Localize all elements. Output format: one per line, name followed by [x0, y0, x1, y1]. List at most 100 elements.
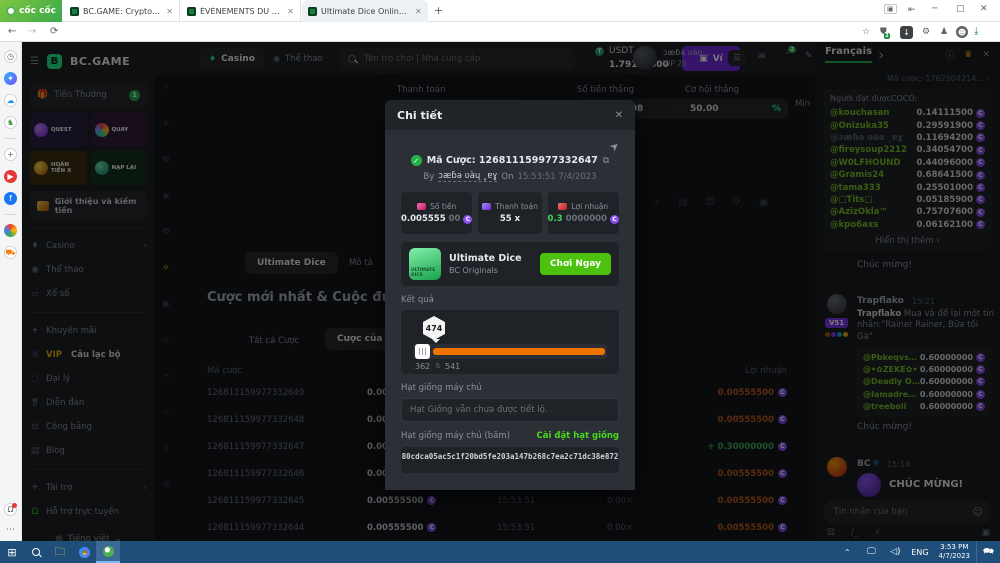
extensions-icon[interactable]: ⚙: [922, 27, 930, 37]
start-button[interactable]: ⊞: [0, 541, 24, 563]
volume-icon[interactable]: ◁): [883, 541, 907, 563]
chrome-icon[interactable]: [72, 541, 96, 563]
coccoc-rail: ◷ ✦ ☁ ♞ + ▶ f ⛟ Ω ⋯: [0, 42, 22, 541]
browser-tab-1[interactable]: BC.GAME: Crypto Casino Ga ✕: [64, 0, 180, 22]
result-label: Kết quả: [401, 295, 434, 305]
history-icon[interactable]: ◷: [4, 50, 17, 63]
bet-details-modal: Chi tiết ✕ ➤ ✓ Mã Cược: 1268111599773326…: [385, 100, 635, 490]
coccoc-logo-icon: [6, 6, 17, 16]
adblock-badge: 2: [884, 33, 890, 39]
browser-tabstrip: cốc cốc BC.GAME: Crypto Casino Ga ✕ ÉVÉN…: [0, 0, 1000, 22]
coccoc-taskbar-icon[interactable]: [96, 541, 120, 563]
back-icon[interactable]: ←: [8, 26, 16, 37]
facebook-icon[interactable]: f: [4, 192, 17, 205]
network-icon[interactable]: 🖵: [859, 541, 883, 563]
tray-chevron-icon[interactable]: ⌃: [835, 541, 859, 563]
modal-bet-id: Mã Cược: 126811159977332647: [426, 155, 598, 166]
stat-amount: Số tiền 0.005555 00: [401, 192, 473, 234]
coccoc-brand-text: cốc cốc: [19, 6, 56, 16]
browser-tab-2[interactable]: ÉVÉNEMENTS DU WEEK-END ✕: [181, 0, 301, 22]
browser-tab-3-active[interactable]: Ultimate Dice Online Slot - P ✕: [302, 0, 428, 22]
reload-icon[interactable]: ⟳: [50, 26, 58, 37]
modal-header: Chi tiết ✕: [385, 100, 635, 130]
new-tab-button[interactable]: +: [434, 4, 443, 17]
coccoc-logo: cốc cốc: [0, 0, 62, 22]
sidebar-toggle-icon[interactable]: ♟: [940, 27, 948, 37]
shopping-cart-icon[interactable]: ⛟: [4, 246, 17, 259]
browser-app-icon[interactable]: [4, 224, 17, 237]
amount-icon: [417, 203, 427, 210]
bcgame-favicon: [308, 6, 317, 16]
game-card-provider: BC Originals: [449, 266, 498, 275]
games-icon[interactable]: ♞: [4, 116, 17, 129]
window-maximize-button[interactable]: ▢: [956, 4, 965, 14]
rail-more-icon[interactable]: ⋯: [6, 525, 15, 535]
taskbar-date: 4/7/2023: [938, 552, 970, 560]
notification-bell-icon[interactable]: Ω: [4, 503, 17, 516]
share-icon[interactable]: ➤: [401, 139, 622, 155]
range-swap-icon[interactable]: ⇅: [435, 362, 441, 370]
game-card[interactable]: ULTIMATE DICE Ultimate Dice BC Originals…: [401, 242, 619, 286]
copy-icon[interactable]: ⧉: [603, 156, 609, 166]
rail-divider: [4, 214, 17, 215]
seed-hash-value: 80cdca05ac5c1f20bd5fe203a147b268c7ea2c71…: [401, 452, 619, 461]
profile-avatar-icon[interactable]: ☻: [956, 26, 968, 38]
bet-datetime: 15:53:51 7/4/2023: [517, 171, 597, 182]
profit-icon: [558, 203, 568, 210]
slider-handle[interactable]: [415, 344, 430, 359]
tab-title: Ultimate Dice Online Slot - P: [321, 6, 409, 16]
result-pointer: [432, 339, 440, 343]
bookmark-star-icon[interactable]: ☆: [862, 27, 870, 37]
on-label: On: [501, 171, 514, 182]
server-seed-placeholder: Hạt Giống vẫn chưa được tiết lộ.: [410, 405, 548, 415]
coccoc-download-icon[interactable]: ⤓: [974, 26, 978, 37]
adblock-shield-icon[interactable]: ⛊ 2: [880, 27, 890, 39]
cloud-app-icon[interactable]: ☁: [4, 94, 17, 107]
seed-hash-label: Hạt giống máy chủ (băm): [401, 431, 510, 441]
window-close-button[interactable]: ✕: [980, 4, 988, 14]
tab-title: ÉVÉNEMENTS DU WEEK-END: [200, 6, 281, 16]
download-icon[interactable]: ↓: [900, 26, 913, 39]
result-box: 474 362 ⇅ 541: [401, 310, 619, 374]
tab-close-icon[interactable]: ✕: [287, 7, 294, 16]
action-center-icon[interactable]: 🗪: [976, 541, 1000, 563]
modal-body: ➤ ✓ Mã Cược: 126811159977332647 ⧉ By ɔæɓ…: [385, 130, 635, 473]
keyboard-language[interactable]: ENG: [907, 548, 932, 557]
modal-close-icon[interactable]: ✕: [615, 110, 623, 121]
tab-search-icon[interactable]: ⇤: [908, 5, 916, 15]
by-label: By: [423, 171, 435, 182]
seed-hash-box: 80cdca05ac5c1f20bd5fe203a147b268c7ea2c71…: [401, 447, 619, 473]
modal-title: Chi tiết: [397, 108, 443, 122]
taskbar-time: 3:53 PM: [940, 542, 969, 551]
stat-profit: Lợi nhuận 0.3 0000000: [547, 192, 619, 234]
payout-icon: [482, 203, 492, 210]
stat-payout: Thanh toán 55 x: [478, 192, 542, 234]
bcgame-favicon: [187, 6, 196, 16]
range-high: 541: [445, 362, 461, 371]
verified-shield-icon: ✓: [410, 155, 422, 166]
seed-settings-link[interactable]: Cài đặt hạt giống: [537, 431, 619, 441]
window-minimize-button[interactable]: ─: [932, 4, 937, 14]
tab-title: BC.GAME: Crypto Casino Ga: [83, 6, 161, 16]
media-panel-icon[interactable]: ▣: [884, 4, 897, 14]
tab-close-icon[interactable]: ✕: [415, 7, 422, 16]
forward-icon[interactable]: →: [28, 26, 36, 37]
coin-icon: [610, 214, 619, 224]
browser-addressbar: ← → ⟳ bc.game/vi/game/ultimate-dice ☆ ⛊2…: [0, 22, 1000, 61]
taskbar-search-icon[interactable]: [24, 541, 48, 563]
bet-author-link[interactable]: ɔæɓa ʋàɥ ˬɐɣ: [438, 171, 498, 182]
tab-close-icon[interactable]: ✕: [166, 7, 173, 16]
range-low: 362: [415, 362, 431, 371]
windows-taskbar: ⊞ 🗀 ⌃ 🖵 ◁) ENG 3:53 PM 4/7/2023 🗪: [0, 541, 1000, 563]
add-shortcut-icon[interactable]: +: [4, 148, 17, 161]
youtube-icon[interactable]: ▶: [4, 170, 17, 183]
file-explorer-icon[interactable]: 🗀: [48, 541, 72, 563]
clock[interactable]: 3:53 PM 4/7/2023: [933, 543, 976, 561]
slider-fill: [433, 348, 605, 355]
server-seed-field[interactable]: Hạt Giống vẫn chưa được tiết lộ.: [401, 398, 619, 422]
bcgame-favicon: [70, 6, 79, 16]
play-now-button[interactable]: Chơi Ngay: [539, 253, 611, 275]
game-thumbnail: ULTIMATE DICE: [409, 248, 441, 280]
server-seed-label: Hạt giống máy chủ: [401, 383, 482, 393]
messenger-icon[interactable]: ✦: [4, 72, 17, 85]
